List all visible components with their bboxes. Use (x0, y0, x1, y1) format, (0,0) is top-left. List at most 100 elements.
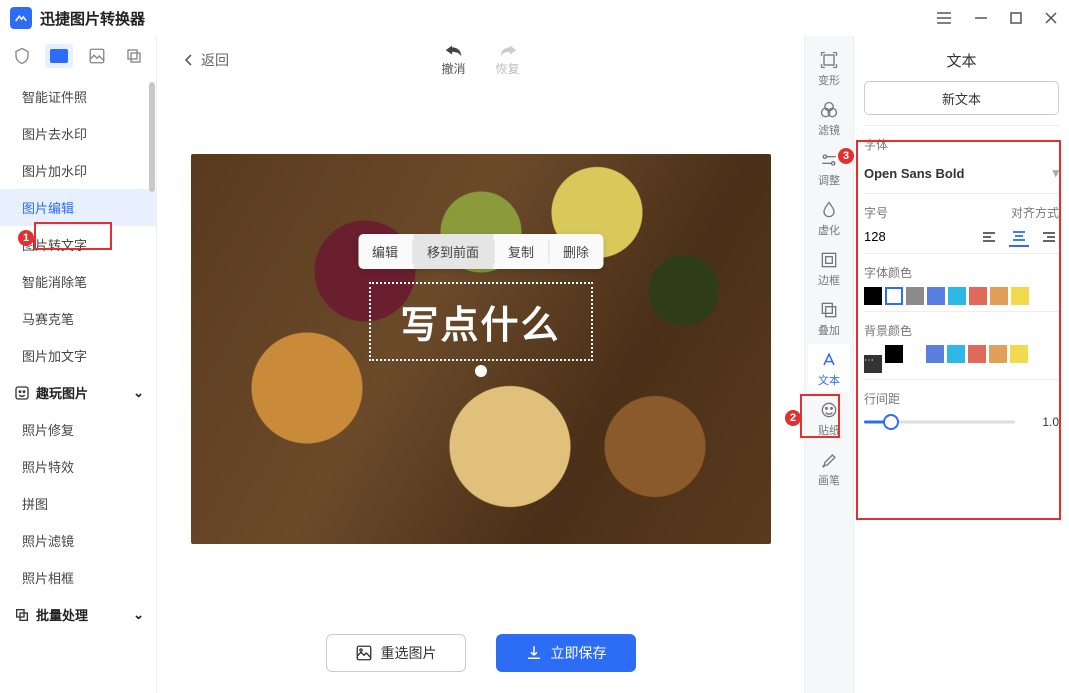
font-color-swatch[interactable] (948, 287, 966, 305)
font-size-input[interactable] (864, 227, 924, 247)
floating-toolbar: 编辑 移到前面 复制 删除 (358, 234, 603, 269)
center-area: 返回 撤消 恢复 编辑 移到前面 复制 (157, 36, 804, 693)
bg-color-swatch[interactable] (989, 345, 1007, 363)
redo-icon (497, 42, 519, 60)
text-selection-box[interactable]: 写点什么 (368, 282, 592, 361)
panel-title: 文本 (854, 36, 1069, 81)
download-icon (525, 644, 543, 662)
sidebar-tab-4[interactable] (120, 44, 148, 68)
font-select[interactable]: Open Sans Bold ▾ (864, 159, 1059, 187)
redo-label: 恢复 (496, 60, 520, 77)
bg-color-swatch[interactable] (968, 345, 986, 363)
line-height-slider[interactable] (864, 413, 1015, 431)
sidebar-item-remove-wm[interactable]: 图片去水印 (0, 115, 156, 152)
right-panel: 文本 新文本 字体 Open Sans Bold ▾ 字号 对齐方式 (854, 36, 1069, 693)
sidebar-item-eraser[interactable]: 智能消除笔 (0, 263, 156, 300)
sidebar-tab-2[interactable] (45, 44, 73, 68)
tool-text[interactable]: 文本 (808, 344, 850, 392)
bg-color-swatch[interactable] (926, 345, 944, 363)
undo-icon (442, 42, 464, 60)
toolstrip: 变形 滤镜 调整 虚化 边框 叠加 文本 贴纸 画笔 (804, 36, 854, 693)
tool-transform[interactable]: 变形 (808, 44, 850, 92)
font-label: 字体 (864, 136, 1059, 153)
align-label: 对齐方式 (1011, 204, 1059, 221)
tool-blur[interactable]: 虚化 (808, 194, 850, 242)
sidebar-item-photofilter[interactable]: 照片滤镜 (0, 522, 156, 559)
sidebar-item-addtext[interactable]: 图片加文字 (0, 337, 156, 374)
undo-button[interactable]: 撤消 (441, 42, 465, 77)
ft-copy[interactable]: 复制 (494, 234, 548, 269)
sidebar-item-collage[interactable]: 拼图 (0, 485, 156, 522)
save-button[interactable]: 立即保存 (496, 634, 636, 672)
bg-color-swatch[interactable] (1010, 345, 1028, 363)
chevron-down-icon: ⌄ (133, 385, 144, 401)
align-center-button[interactable] (1009, 227, 1029, 247)
callout-3: 3 (838, 148, 854, 164)
font-color-swatch[interactable] (927, 287, 945, 305)
sidebar-list: 智能证件照 图片去水印 图片加水印 图片编辑 图片转文字 智能消除笔 马赛克笔 … (0, 78, 156, 693)
resize-handle-bottom[interactable] (474, 365, 486, 377)
font-color-swatch[interactable] (1011, 287, 1029, 305)
callout-1: 1 (18, 230, 34, 246)
undo-redo-group: 撤消 恢复 (441, 42, 519, 77)
reselect-label: 重选图片 (381, 643, 437, 663)
sidebar-tabs (0, 36, 156, 78)
size-label: 字号 (864, 204, 888, 221)
canvas-image[interactable]: 编辑 移到前面 复制 删除 写点什么 (191, 154, 771, 544)
chevron-left-icon (183, 54, 195, 66)
font-color-swatch[interactable] (906, 287, 924, 305)
sidebar-item-frame[interactable]: 照片相框 (0, 559, 156, 596)
new-text-button[interactable]: 新文本 (864, 81, 1059, 115)
font-color-swatch[interactable] (969, 287, 987, 305)
tool-overlay[interactable]: 叠加 (808, 294, 850, 342)
font-value: Open Sans Bold (864, 166, 964, 181)
sidebar-item-add-wm[interactable]: 图片加水印 (0, 152, 156, 189)
bg-color-swatch[interactable]: ⋯ (864, 355, 882, 373)
redo-button[interactable]: 恢复 (496, 42, 520, 77)
bg-color-swatches: ⋯ (864, 345, 1059, 373)
ft-delete[interactable]: 删除 (549, 234, 603, 269)
scrollbar-thumb[interactable] (149, 82, 155, 192)
font-color-label: 字体颜色 (864, 264, 1059, 281)
sidebar-tab-3[interactable] (83, 44, 111, 68)
font-color-swatch[interactable] (864, 287, 882, 305)
sidebar-item-edit[interactable]: 图片编辑 (0, 189, 156, 226)
undo-label: 撤消 (441, 60, 465, 77)
ft-edit[interactable]: 编辑 (358, 234, 412, 269)
app-title: 迅捷图片转换器 (40, 8, 145, 29)
sidebar-section-batch[interactable]: 批量处理 ⌄ (0, 596, 156, 633)
titlebar: 迅捷图片转换器 (0, 0, 1069, 36)
font-color-swatch[interactable] (885, 287, 903, 305)
canvas-wrap: 编辑 移到前面 复制 删除 写点什么 (157, 84, 804, 613)
back-label: 返回 (201, 50, 229, 70)
bg-color-label: 背景颜色 (864, 322, 1059, 339)
minimize-icon[interactable] (973, 10, 989, 26)
canvas-text[interactable]: 写点什么 (400, 294, 560, 349)
sidebar-section-fun[interactable]: 趣玩图片 ⌄ (0, 374, 156, 411)
sidebar-item-mosaic[interactable]: 马赛克笔 (0, 300, 156, 337)
reselect-button[interactable]: 重选图片 (326, 634, 466, 672)
back-button[interactable]: 返回 (183, 50, 229, 70)
font-color-swatches (864, 287, 1059, 305)
sidebar-item-restore[interactable]: 照片修复 (0, 411, 156, 448)
sidebar-item-idphoto[interactable]: 智能证件照 (0, 78, 156, 115)
line-height-value: 1.0 (1025, 415, 1059, 429)
align-left-button[interactable] (979, 227, 999, 247)
maximize-icon[interactable] (1009, 11, 1023, 25)
sidebar-item-effect[interactable]: 照片特效 (0, 448, 156, 485)
tool-brush[interactable]: 画笔 (808, 444, 850, 492)
menu-icon[interactable] (935, 9, 953, 27)
bottom-bar: 重选图片 立即保存 (157, 613, 804, 693)
tool-sticker[interactable]: 贴纸 (808, 394, 850, 442)
sidebar-tab-1[interactable] (8, 44, 36, 68)
bg-color-swatch[interactable] (885, 345, 903, 363)
font-color-swatch[interactable] (990, 287, 1008, 305)
bg-color-swatch[interactable] (947, 345, 965, 363)
ft-front[interactable]: 移到前面 (413, 234, 493, 269)
tool-border[interactable]: 边框 (808, 244, 850, 292)
sidebar: 智能证件照 图片去水印 图片加水印 图片编辑 图片转文字 智能消除笔 马赛克笔 … (0, 36, 157, 693)
align-right-button[interactable] (1039, 227, 1059, 247)
close-icon[interactable] (1043, 10, 1059, 26)
tool-filter[interactable]: 滤镜 (808, 94, 850, 142)
sidebar-section-batch-label: 批量处理 (36, 605, 88, 624)
